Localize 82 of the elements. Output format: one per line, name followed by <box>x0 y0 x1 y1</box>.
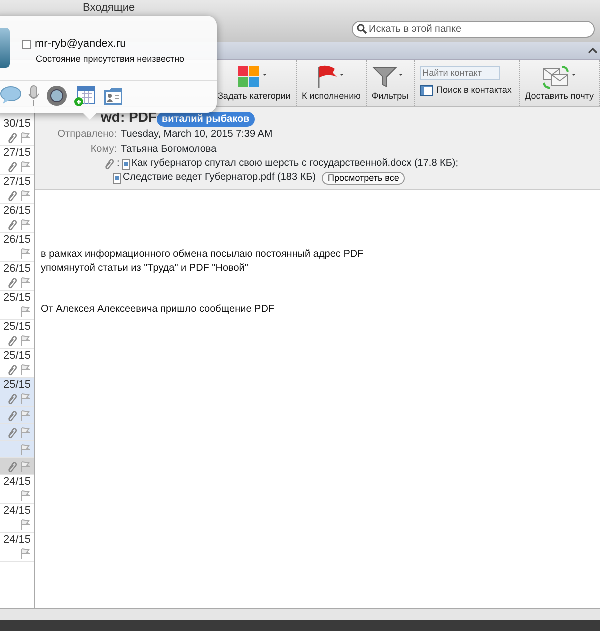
message-row[interactable]: 24/15 <box>0 475 34 504</box>
flag-icon[interactable] <box>20 410 31 422</box>
status-text: Состояние присутствия неизвестно <box>35 52 185 66</box>
date-text: 24/15 <box>3 533 31 547</box>
collapse-icon[interactable] <box>586 46 600 56</box>
calendar-add-icon[interactable] <box>74 85 96 107</box>
flag-icon[interactable] <box>20 161 31 173</box>
flag-icon[interactable] <box>20 519 31 531</box>
flag-icon[interactable] <box>20 277 31 289</box>
date-text: 27/15 <box>3 146 31 160</box>
date-text: 26/15 <box>3 204 31 218</box>
microphone-icon[interactable] <box>28 85 40 107</box>
flag-icon[interactable] <box>20 248 31 260</box>
date-text: 26/15 <box>3 262 31 276</box>
toolbar-button[interactable]: Задать категории <box>218 64 291 103</box>
message-row[interactable] <box>0 458 34 475</box>
paperclip-icon <box>103 158 115 170</box>
attachment-link[interactable]: Как губернатор спутал свою шерсть с государственной.docx (17.8 КБ); <box>132 157 459 171</box>
document-icon <box>122 158 130 170</box>
body-paragraph: в рамках информационного обмена посылаю постоянный адрес PDF упомянутой статьи из "Труда" и PDF "Новой" <box>41 248 365 276</box>
date-text: 27/15 <box>3 175 31 189</box>
message-row[interactable]: 25/15 <box>0 320 34 349</box>
subject-text: wd: PDF <box>101 109 157 125</box>
flag-icon[interactable] <box>20 427 31 439</box>
flag-icon[interactable] <box>20 219 31 231</box>
toolbar-button[interactable]: Доставить почту <box>525 64 594 103</box>
toolbar-button[interactable]: К исполнению <box>302 64 361 103</box>
message-row[interactable] <box>0 424 34 441</box>
chat-bubble-icon[interactable] <box>0 85 22 105</box>
window-title: Входящие <box>82 1 136 16</box>
search-input[interactable]: Искать в этой папке <box>369 22 569 36</box>
flag-icon[interactable] <box>20 461 31 473</box>
field-label: : <box>117 157 120 171</box>
date-text: 24/15 <box>3 475 31 489</box>
message-row[interactable]: 27/15 <box>0 146 34 175</box>
field-label: Отправлено: <box>56 128 117 142</box>
contact-search-field[interactable]: Найти контакт <box>420 66 500 80</box>
message-row[interactable]: 24/15 <box>0 533 34 562</box>
flag-icon[interactable] <box>20 393 31 405</box>
message-row[interactable]: 26/15 <box>0 204 34 233</box>
address-book-icon <box>420 84 434 96</box>
flag-icon[interactable] <box>20 364 31 376</box>
message-row[interactable] <box>0 441 34 458</box>
date-text: 24/15 <box>3 504 31 518</box>
camera-icon[interactable] <box>46 85 68 107</box>
view-all-button[interactable]: Просмотреть все <box>322 172 406 184</box>
message-row[interactable]: 26/15 <box>0 262 34 291</box>
message-row[interactable]: 25/15 <box>0 378 34 407</box>
field-label: Кому: <box>90 143 117 157</box>
flag-icon[interactable] <box>20 490 31 502</box>
date-text: 25/15 <box>3 378 31 392</box>
date-text: 25/15 <box>3 320 31 334</box>
date-text: 26/15 <box>3 233 31 247</box>
field-value: Татьяна Богомолова <box>121 143 217 157</box>
flag-icon[interactable] <box>20 335 31 347</box>
toolbar-button[interactable]: Фильтры <box>372 64 409 103</box>
message-row[interactable] <box>0 407 34 424</box>
document-icon <box>113 172 121 184</box>
date-text: 25/15 <box>3 349 31 363</box>
contact-search-button[interactable]: Поиск в контактах <box>420 84 512 98</box>
flag-icon[interactable] <box>20 444 31 456</box>
flag-icon[interactable] <box>20 548 31 560</box>
email-text: mr-ryb@yandex.ru <box>35 38 126 50</box>
message-row[interactable]: 30/15 <box>0 117 34 146</box>
attachment-link[interactable]: Следствие ведет Губернатор.pdf (183 КБ) <box>123 171 316 185</box>
message-row[interactable]: 25/15 <box>0 291 34 320</box>
contact-card-icon[interactable] <box>102 85 124 107</box>
flag-icon[interactable] <box>20 132 31 144</box>
message-row[interactable]: 24/15 <box>0 504 34 533</box>
message-row[interactable]: 27/15 <box>0 175 34 204</box>
envelopes-icon <box>542 64 578 90</box>
checkbox[interactable] <box>22 40 31 49</box>
date-text: 25/15 <box>3 291 31 305</box>
message-row[interactable]: 26/15 <box>0 233 34 262</box>
search-icon <box>357 24 367 34</box>
flag-icon[interactable] <box>20 306 31 318</box>
flag-icon[interactable] <box>20 190 31 202</box>
field-value: Tuesday, March 10, 2015 7:39 AM <box>121 128 273 142</box>
search-field[interactable]: Искать в этой папке <box>352 20 595 38</box>
date-text: 30/15 <box>3 117 31 131</box>
body-paragraph: От Алексея Алексеевича пришло сообщение PDF <box>41 303 276 317</box>
sender-chip[interactable]: виталий рыбаков <box>157 112 255 127</box>
